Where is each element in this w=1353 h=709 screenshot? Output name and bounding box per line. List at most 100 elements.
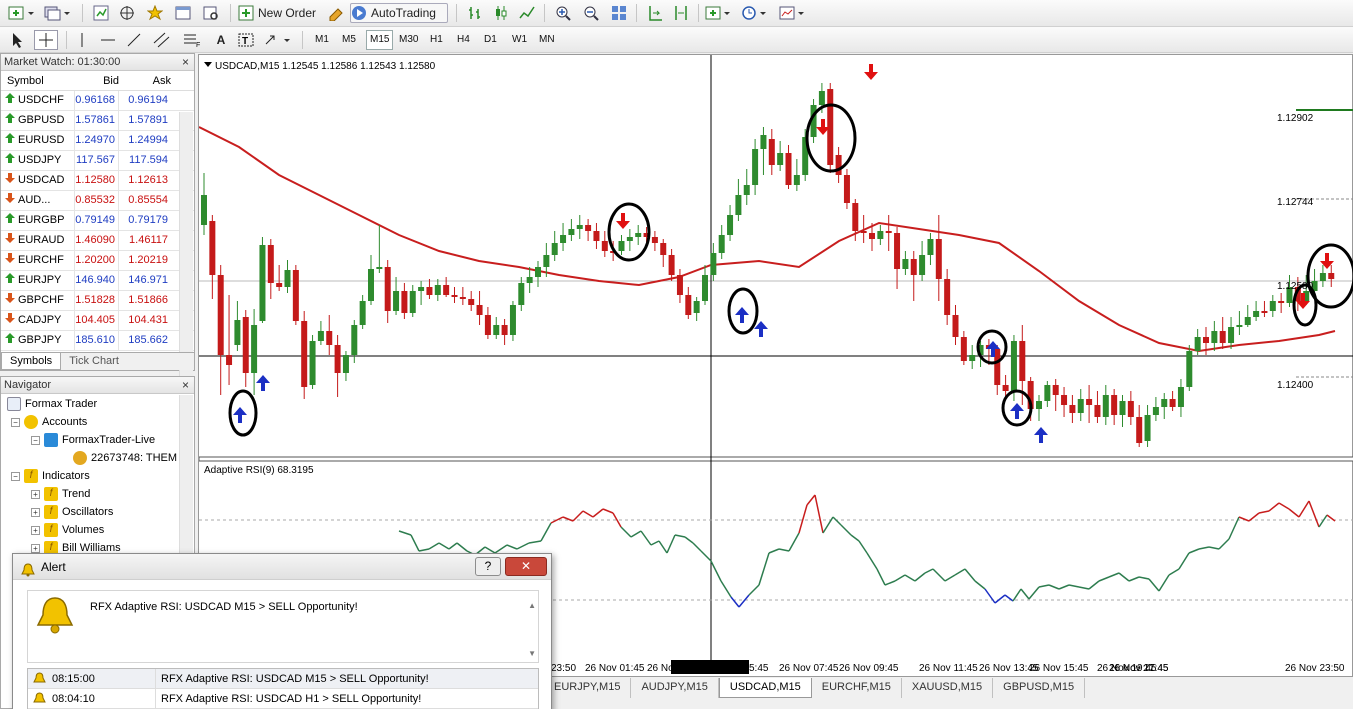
nav-item-root[interactable]: Formax Trader bbox=[7, 395, 97, 413]
text-label-icon[interactable]: T bbox=[236, 30, 256, 50]
market-watch-row[interactable]: USDCHF 0.96168 0.96194 bbox=[1, 91, 194, 111]
zoom-out-icon[interactable] bbox=[580, 3, 602, 23]
column-header-bid[interactable]: Bid bbox=[75, 71, 119, 90]
nav-item-account-user[interactable]: 22673748: THEM bbox=[73, 449, 177, 467]
market-watch-row[interactable]: EURGBP 0.79149 0.79179 bbox=[1, 211, 194, 231]
svg-text:F: F bbox=[196, 42, 200, 48]
symbol-cell: AUD... bbox=[1, 191, 75, 210]
symbol-name: USDJPY bbox=[18, 154, 62, 166]
vertical-line-icon[interactable] bbox=[72, 30, 92, 50]
scroll-up-icon[interactable]: ▲ bbox=[528, 601, 536, 610]
crosshair-icon[interactable] bbox=[34, 30, 58, 50]
expand-icon[interactable]: + bbox=[31, 507, 40, 517]
profiles-icon[interactable] bbox=[42, 3, 74, 23]
new-order-button[interactable]: New Order bbox=[238, 3, 324, 23]
autotrading-button[interactable]: AutoTrading bbox=[350, 3, 448, 23]
rsi-segment bbox=[540, 522, 552, 542]
timeframe-m1[interactable]: M1 bbox=[312, 30, 332, 50]
market-watch-row[interactable]: GBPJPY 185.610 185.662 bbox=[1, 331, 194, 351]
nav-item-trend[interactable]: + f Trend bbox=[31, 485, 90, 503]
chart-tab[interactable]: USDCAD,M15 bbox=[718, 678, 812, 698]
timeframe-mn[interactable]: MN bbox=[536, 30, 558, 50]
chart-shift-icon[interactable] bbox=[644, 3, 666, 23]
market-watch-header: Symbol Bid Ask bbox=[1, 71, 194, 91]
rsi-segment bbox=[822, 516, 834, 534]
tab-symbols[interactable]: Symbols bbox=[1, 353, 62, 370]
chart-tab[interactable]: XAUUSD,M15 bbox=[902, 678, 994, 698]
expand-icon[interactable]: + bbox=[31, 489, 40, 499]
bear-candle bbox=[835, 155, 842, 175]
timeframe-h1[interactable]: H1 bbox=[427, 30, 446, 50]
metaeditor-icon[interactable] bbox=[326, 3, 346, 23]
text-tool-icon[interactable]: A bbox=[212, 30, 230, 50]
market-watch-row[interactable]: AUD... 0.85532 0.85554 bbox=[1, 191, 194, 211]
close-icon[interactable]: × bbox=[182, 54, 189, 70]
data-window-icon[interactable] bbox=[116, 3, 138, 23]
timeframe-h4[interactable]: H4 bbox=[454, 30, 473, 50]
bar-chart-icon[interactable] bbox=[464, 3, 486, 23]
templates-menu-icon[interactable] bbox=[778, 3, 808, 23]
navigator-icon[interactable] bbox=[144, 3, 166, 23]
collapse-icon[interactable]: − bbox=[31, 435, 40, 445]
periods-menu-icon[interactable] bbox=[740, 3, 770, 23]
market-watch-row[interactable]: USDCAD 1.12580 1.12613 bbox=[1, 171, 194, 191]
new-chart-icon[interactable] bbox=[6, 3, 38, 23]
market-watch-row[interactable]: USDJPY 117.567 117.594 bbox=[1, 151, 194, 171]
chart-tab[interactable]: EURJPY,M15 bbox=[544, 678, 632, 698]
bull-candle bbox=[777, 153, 784, 165]
horizontal-line-icon[interactable] bbox=[98, 30, 118, 50]
column-header-ask[interactable]: Ask bbox=[119, 71, 171, 90]
market-watch-row[interactable]: EURCHF 1.20200 1.20219 bbox=[1, 251, 194, 271]
nav-item-oscillators[interactable]: + f Oscillators bbox=[31, 503, 113, 521]
trendline-icon[interactable] bbox=[124, 30, 144, 50]
column-header-symbol[interactable]: Symbol bbox=[1, 71, 75, 90]
close-icon[interactable]: × bbox=[182, 377, 189, 393]
indicators-menu-icon[interactable] bbox=[704, 3, 734, 23]
strategy-tester-icon[interactable] bbox=[200, 3, 222, 23]
chart-tab[interactable]: EURCHF,M15 bbox=[812, 678, 902, 698]
tile-windows-icon[interactable] bbox=[608, 3, 630, 23]
market-watch-row[interactable]: EURUSD 1.24970 1.24994 bbox=[1, 131, 194, 151]
rsi-segment bbox=[1188, 548, 1200, 554]
auto-scroll-icon[interactable] bbox=[670, 3, 692, 23]
candlestick-icon[interactable] bbox=[490, 3, 512, 23]
market-watch-icon[interactable] bbox=[90, 3, 112, 23]
bear-candle bbox=[960, 337, 967, 361]
nav-item-account-server[interactable]: − FormaxTrader-Live bbox=[31, 431, 155, 449]
help-button[interactable]: ? bbox=[475, 557, 501, 576]
close-button[interactable]: ✕ bbox=[505, 557, 547, 576]
alert-history-row[interactable]: 08:15:00 RFX Adaptive RSI: USDCAD M15 > S… bbox=[28, 668, 538, 689]
market-watch-row[interactable]: GBPCHF 1.51828 1.51866 bbox=[1, 291, 194, 311]
market-watch-row[interactable]: CADJPY 104.405 104.431 bbox=[1, 311, 194, 331]
zoom-in-icon[interactable] bbox=[552, 3, 574, 23]
rsi-segment bbox=[448, 542, 458, 550]
line-chart-icon[interactable] bbox=[516, 3, 538, 23]
expand-icon[interactable]: + bbox=[31, 543, 40, 553]
alert-history-row[interactable]: 08:04:10 RFX Adaptive RSI: USDCAD H1 > SE… bbox=[28, 688, 538, 709]
tab-tick-chart[interactable]: Tick Chart bbox=[61, 353, 127, 370]
bull-candle bbox=[1161, 399, 1168, 407]
timeframe-m5[interactable]: M5 bbox=[339, 30, 359, 50]
collapse-icon[interactable]: − bbox=[11, 417, 20, 427]
timeframe-d1[interactable]: D1 bbox=[481, 30, 500, 50]
expand-icon[interactable]: + bbox=[31, 525, 40, 535]
chart-tab[interactable]: AUDJPY,M15 bbox=[631, 678, 719, 698]
nav-item-volumes[interactable]: + f Volumes bbox=[31, 521, 104, 539]
timeframe-m15[interactable]: M15 bbox=[366, 30, 394, 50]
cursor-icon[interactable] bbox=[8, 30, 28, 50]
chart-tab[interactable]: GBPUSD,M15 bbox=[993, 678, 1086, 698]
scroll-down-icon[interactable]: ▼ bbox=[528, 649, 536, 658]
equidistant-channel-icon[interactable] bbox=[150, 30, 174, 50]
arrows-menu-icon[interactable] bbox=[262, 30, 296, 50]
terminal-icon[interactable] bbox=[172, 3, 194, 23]
nav-item-accounts[interactable]: − Accounts bbox=[11, 413, 87, 431]
market-watch-row[interactable]: EURJPY 146.940 146.971 bbox=[1, 271, 194, 291]
alert-history-message: RFX Adaptive RSI: USDCAD H1 > SELL Oppor… bbox=[161, 692, 422, 705]
nav-item-indicators[interactable]: − f Indicators bbox=[11, 467, 90, 485]
timeframe-m30[interactable]: M30 bbox=[396, 30, 421, 50]
timeframe-w1[interactable]: W1 bbox=[509, 30, 530, 50]
market-watch-row[interactable]: EURAUD 1.46090 1.46117 bbox=[1, 231, 194, 251]
collapse-icon[interactable]: − bbox=[11, 471, 20, 481]
market-watch-row[interactable]: GBPUSD 1.57861 1.57891 bbox=[1, 111, 194, 131]
fibonacci-icon[interactable]: F bbox=[180, 30, 204, 50]
